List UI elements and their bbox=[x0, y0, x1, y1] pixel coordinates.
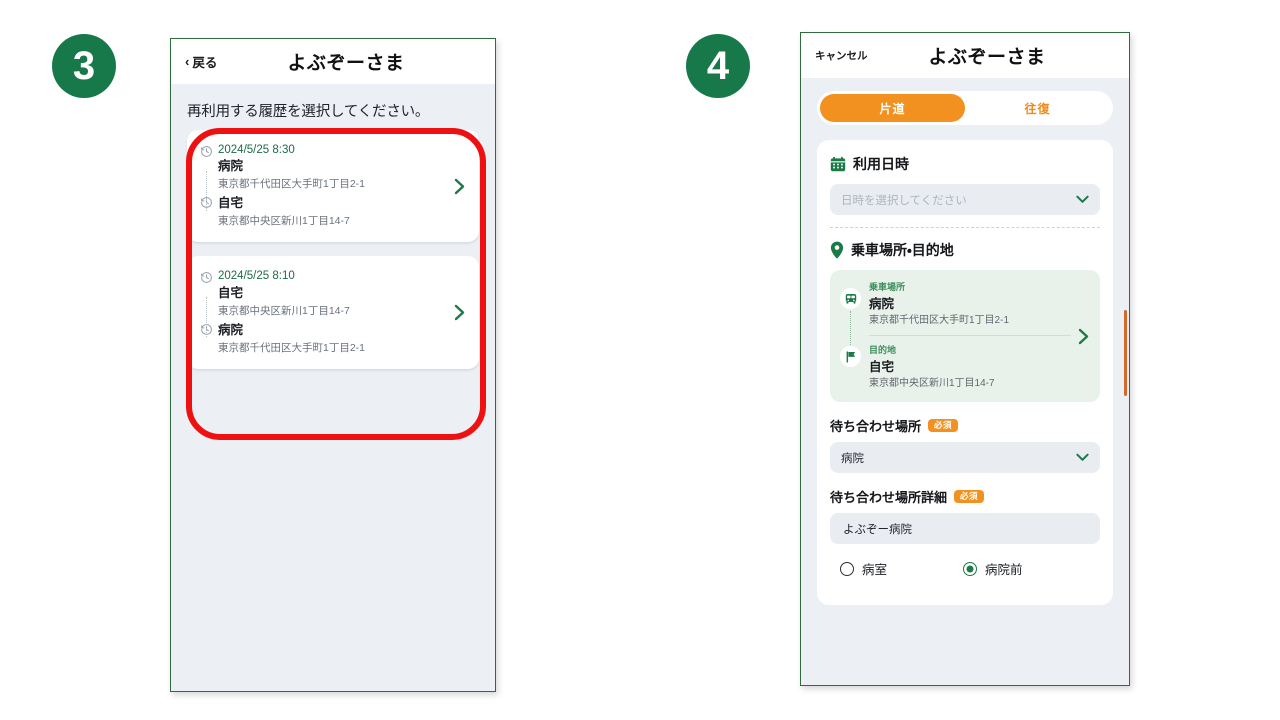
radio-button-selected[interactable] bbox=[963, 561, 977, 576]
step-badge-3: 3 bbox=[52, 34, 116, 98]
flag-icon bbox=[840, 346, 861, 368]
meeting-place-value: 病院 bbox=[841, 452, 864, 465]
screen-body-step3: 再利用する履歴を選択してください。 2024/5/25 8:30 病院 東京都千… bbox=[171, 84, 495, 691]
back-button-label: 戻る bbox=[192, 56, 218, 70]
history-destination-leg: 病院 東京都千代田区大手町1丁目2-1 bbox=[200, 321, 446, 356]
meeting-place-label: 待ち合わせ場所 bbox=[830, 419, 922, 435]
route-chevron-right-icon[interactable] bbox=[1071, 328, 1089, 345]
meeting-detail-label-row: 待ち合わせ場所詳細 必須 bbox=[830, 487, 1100, 506]
datetime-select-value: 日時を選択してください bbox=[841, 194, 967, 207]
tab-one-way[interactable]: 片道 bbox=[820, 94, 965, 122]
step-badge-3-number: 3 bbox=[72, 44, 96, 88]
history-origin-text: 2024/5/25 8:10 自宅 東京都中央区新川1丁目14-7 bbox=[218, 269, 446, 318]
leg-connector-dotted bbox=[206, 171, 207, 211]
meeting-detail-input[interactable]: よぶぞー病院 bbox=[830, 513, 1100, 545]
history-origin-address: 東京都千代田区大手町1丁目2-1 bbox=[218, 178, 366, 191]
history-prompt: 再利用する履歴を選択してください。 bbox=[187, 104, 430, 120]
history-card[interactable]: 2024/5/25 8:30 病院 東京都千代田区大手町1丁目2-1 自宅 東京… bbox=[187, 130, 479, 243]
history-origin-address: 東京都中央区新川1丁目14-7 bbox=[218, 304, 350, 317]
route-card[interactable]: 乗車場所 病院 東京都千代田区大手町1丁目2-1 目的地 自宅 東京都中央区新川… bbox=[830, 270, 1100, 403]
cancel-button[interactable]: キャンセル bbox=[815, 48, 868, 63]
radio-option-label: 病院前 bbox=[985, 563, 1023, 578]
history-destination-text: 病院 東京都千代田区大手町1丁目2-1 bbox=[218, 321, 446, 356]
history-destination-address: 東京都千代田区大手町1丁目2-1 bbox=[218, 341, 366, 354]
history-clock-icon bbox=[200, 145, 213, 158]
calendar-icon bbox=[830, 156, 846, 172]
history-origin-text: 2024/5/25 8:30 病院 東京都千代田区大手町1丁目2-1 bbox=[218, 143, 446, 192]
bus-icon bbox=[840, 288, 861, 309]
dropoff-label: 目的地 bbox=[869, 345, 897, 356]
cancel-button-label: キャンセル bbox=[815, 50, 868, 62]
location-pin-icon bbox=[830, 241, 844, 259]
phone-mockup-step4: キャンセル よぶぞーさま 片道 往復 利用日時 日時を選択してください 乗車場所… bbox=[800, 32, 1130, 686]
dropoff-leg: 目的地 自宅 東京都中央区新川1丁目14-7 bbox=[840, 344, 1071, 391]
history-destination-text: 自宅 東京都中央区新川1丁目14-7 bbox=[218, 194, 446, 229]
step-badge-4: 4 bbox=[686, 34, 750, 98]
history-destination-name: 自宅 bbox=[218, 196, 244, 211]
scrollbar-thumb[interactable] bbox=[1124, 310, 1127, 396]
chevron-left-icon: ‹ bbox=[185, 54, 190, 69]
history-clock-icon bbox=[200, 271, 213, 284]
booking-details-card: 利用日時 日時を選択してください 乗車場所・目的地 乗車場所 病院 東京都千代田… bbox=[817, 140, 1113, 606]
history-card-content: 2024/5/25 8:10 自宅 東京都中央区新川1丁目14-7 病院 東京都… bbox=[200, 269, 446, 355]
required-badge: 必須 bbox=[954, 490, 985, 504]
pickup-leg: 乗車場所 病院 東京都千代田区大手町1丁目2-1 bbox=[840, 281, 1071, 328]
step-badge-4-number: 4 bbox=[706, 44, 730, 88]
radio-option-byoinmae[interactable]: 病院前 bbox=[963, 559, 1023, 578]
route-section-header: 乗車場所・目的地 bbox=[830, 240, 1100, 260]
radio-option-byoshitsu[interactable]: 病室 bbox=[830, 559, 963, 578]
meeting-detail-label: 待ち合わせ場所詳細 bbox=[830, 490, 948, 506]
datetime-section-title: 利用日時 bbox=[853, 156, 909, 172]
trip-type-segmented-control[interactable]: 片道 往復 bbox=[817, 91, 1113, 125]
tab-round-trip[interactable]: 往復 bbox=[965, 94, 1110, 122]
meeting-detail-value: よぶぞー病院 bbox=[843, 523, 912, 536]
history-card[interactable]: 2024/5/25 8:10 自宅 東京都中央区新川1丁目14-7 病院 東京都… bbox=[187, 256, 479, 369]
history-chevron-right-icon[interactable] bbox=[446, 178, 465, 195]
screenshot-canvas: 3 ‹ 戻る よぶぞーさま 再利用する履歴を選択してください。 2024/5/2… bbox=[0, 0, 1280, 720]
history-origin-name: 自宅 bbox=[218, 285, 244, 300]
leg-connector-dotted bbox=[206, 297, 207, 338]
datetime-section-header: 利用日時 bbox=[830, 154, 1100, 174]
dropoff-address: 東京都中央区新川1丁目14-7 bbox=[869, 377, 995, 389]
pickup-address: 東京都千代田区大手町1丁目2-1 bbox=[869, 314, 1010, 326]
route-card-content: 乗車場所 病院 東京都千代田区大手町1丁目2-1 目的地 自宅 東京都中央区新川… bbox=[840, 281, 1071, 391]
back-button[interactable]: ‹ 戻る bbox=[185, 52, 217, 71]
booking-form: 片道 往復 利用日時 日時を選択してください 乗車場所・目的地 乗車場所 病院 … bbox=[801, 78, 1129, 685]
history-card-content: 2024/5/25 8:30 病院 東京都千代田区大手町1丁目2-1 自宅 東京… bbox=[200, 143, 446, 229]
history-time: 2024/5/25 8:10 bbox=[218, 270, 295, 283]
meeting-place-select[interactable]: 病院 bbox=[830, 442, 1100, 474]
meeting-place-label-row: 待ち合わせ場所 必須 bbox=[830, 416, 1100, 435]
history-destination-leg: 自宅 東京都中央区新川1丁目14-7 bbox=[200, 194, 446, 229]
history-time: 2024/5/25 8:30 bbox=[218, 144, 295, 156]
dropoff-name: 自宅 bbox=[869, 359, 895, 374]
screen-body-step4: 片道 往復 利用日時 日時を選択してください 乗車場所・目的地 乗車場所 病院 … bbox=[801, 78, 1129, 685]
pickup-text: 乗車場所 病院 東京都千代田区大手町1丁目2-1 bbox=[869, 281, 1071, 328]
chevron-down-icon bbox=[1076, 195, 1089, 204]
history-destination-name: 病院 bbox=[218, 322, 244, 337]
app-header-step4: キャンセル よぶぞーさま bbox=[801, 33, 1129, 78]
history-origin-leg: 2024/5/25 8:10 自宅 東京都中央区新川1丁目14-7 bbox=[200, 269, 446, 318]
pickup-label: 乗車場所 bbox=[869, 282, 906, 292]
history-destination-address: 東京都中央区新川1丁目14-7 bbox=[218, 215, 350, 228]
pickup-name: 病院 bbox=[869, 296, 895, 311]
route-section-title: 乗車場所・目的地 bbox=[851, 242, 954, 258]
chevron-down-icon bbox=[1076, 453, 1089, 462]
section-divider bbox=[830, 227, 1100, 228]
history-origin-name: 病院 bbox=[218, 159, 244, 174]
route-inner-divider bbox=[869, 335, 1071, 337]
meeting-option-radio-group: 病室 病院前 bbox=[830, 559, 1100, 592]
datetime-select[interactable]: 日時を選択してください bbox=[830, 184, 1100, 215]
history-chevron-right-icon[interactable] bbox=[446, 304, 465, 321]
app-title-step3: よぶぞーさま bbox=[287, 53, 405, 74]
radio-button-unselected[interactable] bbox=[840, 561, 854, 576]
history-origin-leg: 2024/5/25 8:30 病院 東京都千代田区大手町1丁目2-1 bbox=[200, 143, 446, 192]
radio-option-label: 病室 bbox=[862, 563, 888, 578]
required-badge: 必須 bbox=[928, 419, 959, 433]
phone-mockup-step3: ‹ 戻る よぶぞーさま 再利用する履歴を選択してください。 2024/5/25 … bbox=[170, 38, 496, 692]
dropoff-text: 目的地 自宅 東京都中央区新川1丁目14-7 bbox=[869, 344, 1071, 391]
app-header-step3: ‹ 戻る よぶぞーさま bbox=[171, 39, 495, 84]
